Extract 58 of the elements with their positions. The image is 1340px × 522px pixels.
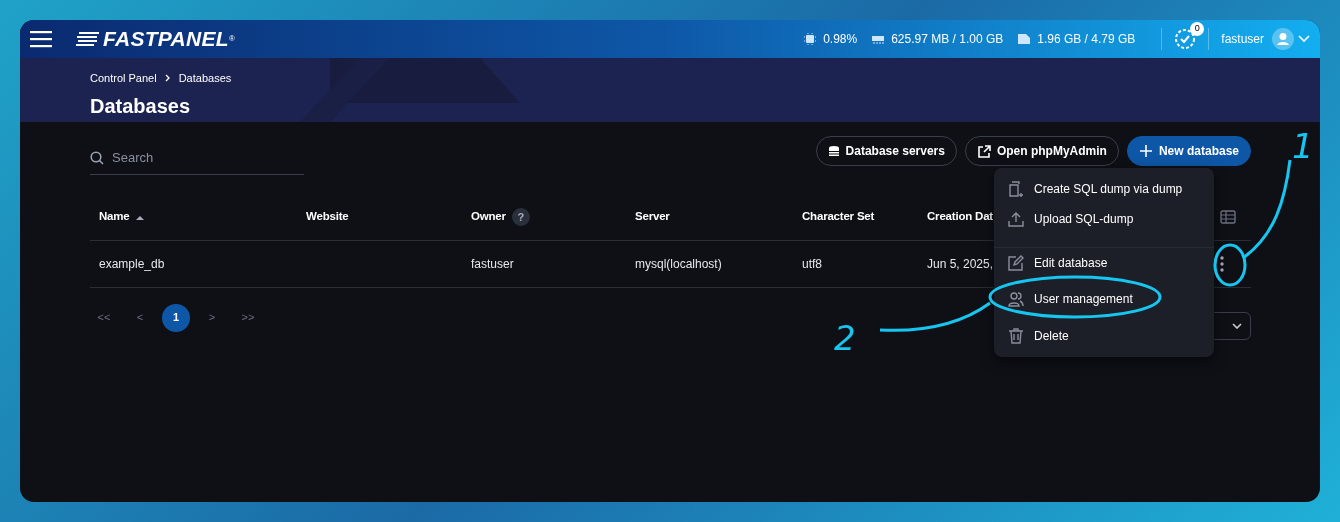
kebab-menu-icon[interactable] <box>1220 255 1224 272</box>
page-button[interactable]: 1 <box>162 303 190 332</box>
copy-plus-icon <box>1008 181 1024 197</box>
logo-icon <box>76 31 100 47</box>
chevron-right-icon <box>164 74 171 83</box>
annotation-number: 2 <box>834 318 856 358</box>
trash-icon <box>1008 328 1024 344</box>
search-icon <box>90 151 104 165</box>
menu-item[interactable]: User management <box>994 283 1214 315</box>
chip-icon <box>803 32 818 46</box>
logo-text[interactable]: FASTPANEL <box>103 23 229 55</box>
page-title: Databases <box>90 93 192 119</box>
edit-icon <box>1008 254 1024 271</box>
menu-item[interactable]: Upload SQL-dump <box>994 204 1214 234</box>
page-button[interactable]: < <box>126 303 154 332</box>
annotation-number: 1 <box>1292 126 1314 166</box>
sort-ascending-icon[interactable] <box>135 214 144 220</box>
database-icon <box>827 144 840 158</box>
action-button[interactable]: Database servers <box>815 136 957 167</box>
table-cell-text: mysql(localhost) <box>635 255 722 273</box>
action-button[interactable]: Open phpMyAdmin <box>964 136 1119 167</box>
table-cell-text: utf8 <box>802 255 822 273</box>
help-button[interactable]: ? <box>511 208 530 226</box>
table-cell-text: example_db <box>99 255 165 273</box>
table-columns-icon[interactable] <box>1220 210 1236 224</box>
column-header: Server <box>635 209 670 225</box>
menu-icon[interactable] <box>30 30 52 48</box>
table-cell-text: fastuser <box>471 255 514 273</box>
breadcrumb-link[interactable]: Control Panel <box>90 70 157 87</box>
users-icon <box>1008 291 1024 307</box>
table-cell-text: Jun 5, 2025, <box>927 255 994 273</box>
stat-value: 0.98% <box>823 31 858 48</box>
column-header: Owner <box>471 209 506 225</box>
avatar-icon[interactable] <box>1272 28 1294 50</box>
chevron-down-icon[interactable] <box>1298 35 1310 43</box>
page-button[interactable]: > <box>198 303 226 332</box>
breadcrumb-current: Databases <box>178 71 232 86</box>
page-button[interactable]: << <box>90 303 118 332</box>
upload-icon <box>1008 211 1024 227</box>
search-field[interactable]: Search <box>90 142 304 175</box>
menu-item[interactable]: Edit database <box>994 247 1214 277</box>
stat-value: 625.97 MB / 1.00 GB <box>891 31 1004 48</box>
page-button[interactable]: >> <box>234 303 262 332</box>
column-header: Character Set <box>802 209 875 225</box>
column-header[interactable]: Name <box>99 208 130 226</box>
tasks-count: 0 <box>1190 22 1205 36</box>
column-header: Website <box>306 209 349 225</box>
action-button[interactable]: New database <box>1126 136 1251 167</box>
tasks-icon[interactable] <box>1174 28 1197 50</box>
annotation-circle <box>1213 243 1247 287</box>
stat-value: 1.96 GB / 4.79 GB <box>1037 31 1136 48</box>
column-header: Creation Dat <box>927 209 993 225</box>
menu-item[interactable]: Create SQL dump via dump <box>994 174 1214 204</box>
plus-icon <box>1138 144 1153 159</box>
registered-mark: ® <box>229 34 235 43</box>
menu-item[interactable]: Delete <box>994 321 1214 351</box>
external-link-icon <box>976 144 991 158</box>
chevron-down-icon <box>1232 323 1242 329</box>
